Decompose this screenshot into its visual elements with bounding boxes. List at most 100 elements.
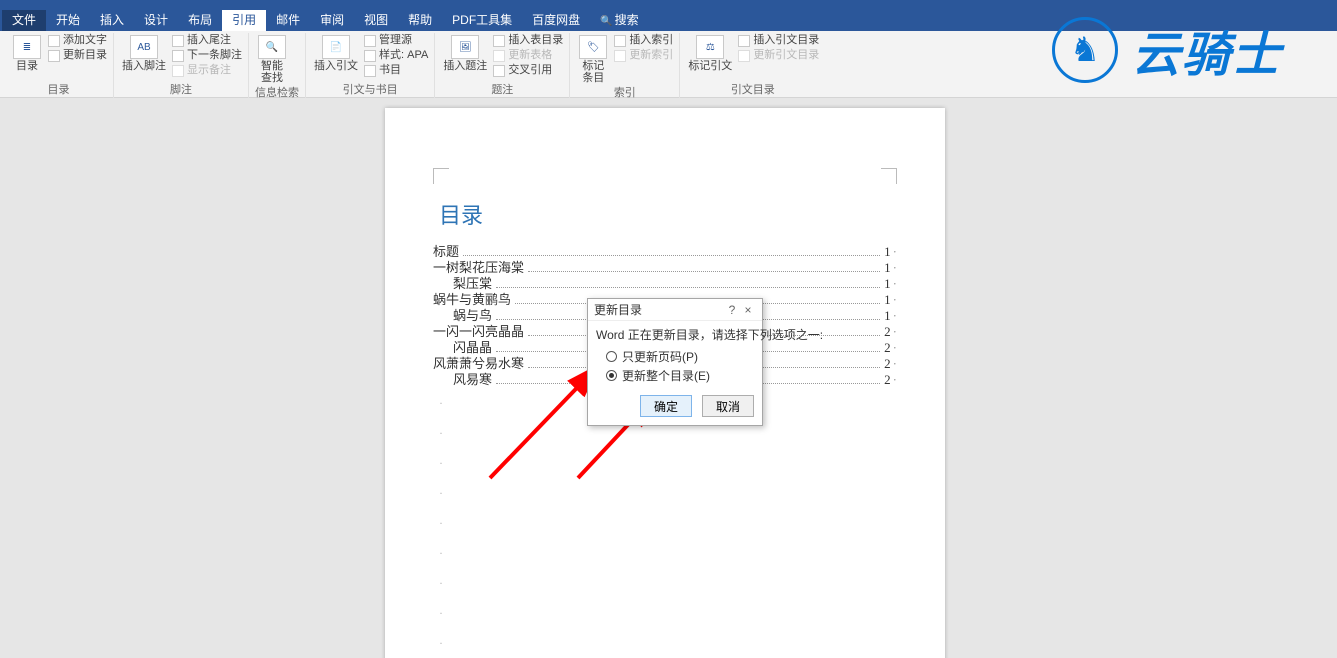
toc-entry-label: 一树梨花压海棠 <box>433 260 524 276</box>
ok-button[interactable]: 确定 <box>640 395 692 417</box>
update-authorities-icon <box>738 50 750 62</box>
insert-endnote[interactable]: 插入尾注 <box>172 33 242 48</box>
bibliography[interactable]: 书目 <box>364 63 428 78</box>
update-toc-icon <box>48 50 60 62</box>
update-toc[interactable]: 更新目录 <box>48 48 107 63</box>
tab-search[interactable]: 搜索 <box>590 10 648 32</box>
toc-dots <box>496 287 880 288</box>
tab-baidu[interactable]: 百度网盘 <box>522 10 590 31</box>
paragraph-marker: · <box>433 508 897 538</box>
group-caption: 🖼 插入题注 插入表目录 更新表格 交叉引用 题注 <box>435 33 570 98</box>
tab-pdf[interactable]: PDF工具集 <box>442 10 522 31</box>
tab-review[interactable]: 审阅 <box>310 10 354 31</box>
toc-entry-label: 风易寒 <box>453 372 492 388</box>
cancel-button[interactable]: 取消 <box>702 395 754 417</box>
tab-help[interactable]: 帮助 <box>398 10 442 31</box>
group-citation-label: 引文与书目 <box>312 83 428 98</box>
mark-citation[interactable]: ⚖ 标记引文 <box>686 33 734 74</box>
add-text[interactable]: 添加文字 <box>48 33 107 48</box>
tab-view[interactable]: 视图 <box>354 10 398 31</box>
toc-entry-label: 闪晶晶 <box>453 340 492 356</box>
insert-footnote[interactable]: AB 插入脚注 <box>120 33 168 74</box>
group-caption-label: 题注 <box>441 83 563 98</box>
cross-reference[interactable]: 交叉引用 <box>493 63 563 78</box>
group-authorities: ⚖ 标记引文 插入引文目录 更新引文目录 引文目录 <box>680 33 825 98</box>
toc-icon: ≣ <box>13 35 41 59</box>
insert-caption-label: 插入题注 <box>443 60 487 72</box>
toc-entry-page: 2 <box>884 324 897 340</box>
radio-icon <box>606 370 617 381</box>
paragraph-marker: · <box>433 598 897 628</box>
paragraph-marker: · <box>433 568 897 598</box>
mark-entry[interactable]: 🏷 标记 条目 <box>576 33 610 86</box>
insert-index[interactable]: 插入索引 <box>614 33 673 48</box>
insert-footnote-label: 插入脚注 <box>122 60 166 72</box>
mark-citation-label: 标记引文 <box>688 60 732 72</box>
group-footnote-label: 脚注 <box>120 83 242 98</box>
title-bar <box>0 0 1337 10</box>
toc-entry-label: 一闪一闪亮晶晶 <box>433 324 524 340</box>
help-icon[interactable]: ? <box>724 303 740 317</box>
next-footnote-icon <box>172 50 184 62</box>
tab-home[interactable]: 开始 <box>46 10 90 31</box>
toc-entry-page: 1 <box>884 244 897 260</box>
smart-lookup[interactable]: 🔍 智能 查找 <box>255 33 289 86</box>
insert-citation[interactable]: 📄 插入引文 <box>312 33 360 74</box>
toc-entry[interactable]: 一树梨花压海棠 1 <box>433 260 897 276</box>
tab-layout[interactable]: 布局 <box>178 10 222 31</box>
tab-mailings[interactable]: 邮件 <box>266 10 310 31</box>
toc-entry[interactable]: 标题1 <box>433 244 897 260</box>
dialog-titlebar[interactable]: 更新目录 ? × <box>588 299 762 321</box>
crossref-icon <box>493 65 505 77</box>
insert-caption[interactable]: 🖼 插入题注 <box>441 33 489 74</box>
radio-icon <box>606 351 617 362</box>
toc-label: 目录 <box>16 60 38 72</box>
toc-button[interactable]: ≣ 目录 <box>10 33 44 74</box>
margin-corner-tl <box>433 168 449 184</box>
insert-authorities[interactable]: 插入引文目录 <box>738 33 819 48</box>
style-apa[interactable]: 样式: APA <box>364 48 428 63</box>
tab-file[interactable]: 文件 <box>2 10 46 31</box>
group-toc-label: 目录 <box>10 83 107 98</box>
update-authorities: 更新引文目录 <box>738 48 819 63</box>
next-footnote[interactable]: 下一条脚注 <box>172 48 242 63</box>
option-update-pages-label: 只更新页码(P) <box>622 348 698 365</box>
option-update-pages[interactable]: 只更新页码(P) <box>596 347 754 366</box>
insert-table-figures[interactable]: 插入表目录 <box>493 33 563 48</box>
group-citation: 📄 插入引文 管理源 样式: APA 书目 引文与书目 <box>306 33 435 98</box>
table-figures-icon <box>493 35 505 47</box>
toc-dots <box>528 271 880 272</box>
option-update-all-label: 更新整个目录(E) <box>622 367 710 384</box>
citation-icon: 📄 <box>322 35 350 59</box>
toc-entry-page: 1 <box>884 292 897 308</box>
update-index-icon <box>614 50 626 62</box>
update-table-icon <box>493 50 505 62</box>
toc-entry-page: 1 <box>884 260 897 276</box>
toc-entry-page: 2 <box>884 372 897 388</box>
manage-sources[interactable]: 管理源 <box>364 33 428 48</box>
toc-entry[interactable]: 梨压棠1 <box>433 276 897 292</box>
tab-insert[interactable]: 插入 <box>90 10 134 31</box>
option-update-all[interactable]: 更新整个目录(E) <box>596 366 754 385</box>
show-notes: 显示备注 <box>172 63 242 78</box>
dialog-title: 更新目录 <box>594 301 642 318</box>
update-toc-dialog: 更新目录 ? × Word 正在更新目录，请选择下列选项之一: 只更新页码(P)… <box>587 298 763 426</box>
close-icon[interactable]: × <box>740 303 756 317</box>
toc-entry-page: 1 <box>884 308 897 324</box>
toc-entry-label: 风萧萧兮易水寒 <box>433 356 524 372</box>
add-text-icon <box>48 35 60 47</box>
toc-entry-label: 蜗牛与黄鹂鸟 <box>433 292 511 308</box>
style-icon <box>364 50 376 62</box>
endnote-icon <box>172 35 184 47</box>
tab-references[interactable]: 引用 <box>222 10 266 31</box>
toc-dots <box>463 255 880 256</box>
show-notes-icon <box>172 65 184 77</box>
group-lookup: 🔍 智能 查找 信息检索 <box>249 33 306 98</box>
lookup-label: 智能 查找 <box>261 60 283 84</box>
margin-corner-tr <box>881 168 897 184</box>
caption-icon: 🖼 <box>451 35 479 59</box>
toc-entry-label: 梨压棠 <box>453 276 492 292</box>
tab-design[interactable]: 设计 <box>134 10 178 31</box>
mark-entry-icon: 🏷 <box>579 35 607 59</box>
paragraph-marker: · <box>433 448 897 478</box>
